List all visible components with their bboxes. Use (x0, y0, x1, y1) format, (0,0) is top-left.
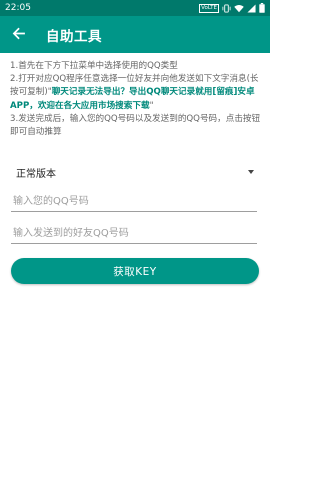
dropdown-caret-icon (248, 170, 254, 174)
my-qq-input[interactable]: 输入您的QQ号码 (11, 190, 257, 212)
wifi-icon (234, 4, 244, 13)
get-key-button[interactable]: 获取KEY (11, 258, 259, 284)
instruction-step-1: 1.首先在下方下拉菜单中选择使用的QQ类型 (10, 61, 178, 71)
friend-qq-placeholder: 输入发送到的好友QQ号码 (13, 228, 129, 239)
instructions-panel: 1.首先在下方下拉菜单中选择使用的QQ类型 2.打开对应QQ程序任意选择一位好友并… (10, 60, 262, 139)
my-qq-placeholder: 输入您的QQ号码 (13, 196, 89, 207)
instruction-step-3: 3.发送完成后，输入您的QQ号码以及发送到的QQ号码，点击按钮即可自动推算 (10, 113, 261, 138)
qq-type-selected-value: 正常版本 (16, 168, 56, 180)
back-button[interactable] (0, 16, 36, 53)
battery-icon (259, 3, 265, 13)
status-time: 22:05 (5, 3, 31, 13)
vibrate-icon (222, 3, 231, 13)
instructions-text: 1.首先在下方下拉菜单中选择使用的QQ类型 2.打开对应QQ程序任意选择一位好友并… (10, 60, 262, 139)
status-icons: VoLTE (199, 3, 265, 13)
status-bar: 22:05 VoLTE (0, 0, 270, 16)
get-key-label: 获取KEY (113, 265, 157, 278)
page-title: 自助工具 (46, 28, 102, 45)
app-bar: 自助工具 (0, 16, 270, 53)
arrow-left-icon (12, 25, 25, 44)
friend-qq-input[interactable]: 输入发送到的好友QQ号码 (11, 222, 257, 244)
instruction-step-2-end: " (149, 100, 154, 111)
signal-icon (247, 3, 256, 13)
volte-icon: VoLTE (199, 3, 219, 13)
qq-type-select[interactable]: 正常版本 (10, 161, 260, 183)
